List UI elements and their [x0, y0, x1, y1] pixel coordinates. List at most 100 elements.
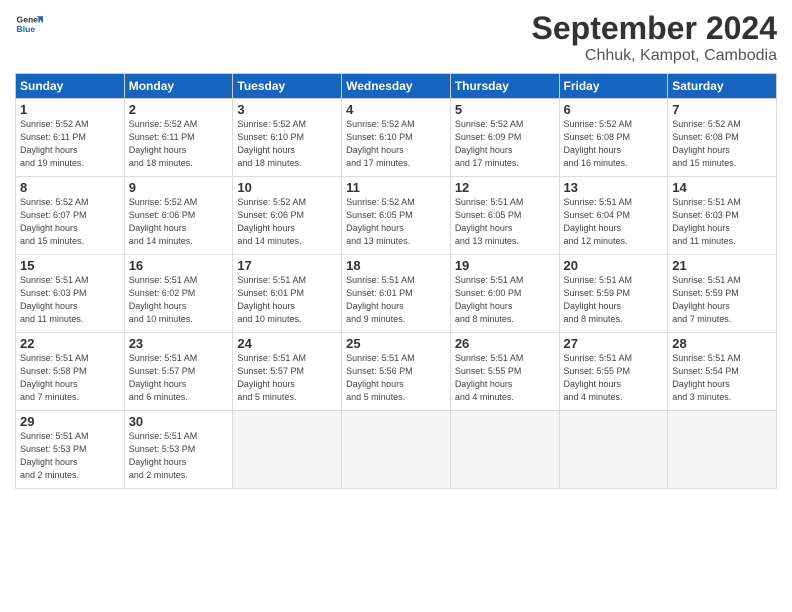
day-number: 1 — [20, 102, 120, 117]
table-row: 27 Sunrise: 5:51 AM Sunset: 5:55 PM Dayl… — [559, 333, 668, 411]
table-row: 10 Sunrise: 5:52 AM Sunset: 6:06 PM Dayl… — [233, 177, 342, 255]
calendar-row-3: 15 Sunrise: 5:51 AM Sunset: 6:03 PM Dayl… — [16, 255, 777, 333]
day-info: Sunrise: 5:51 AM Sunset: 5:55 PM Dayligh… — [455, 352, 555, 404]
day-info: Sunrise: 5:51 AM Sunset: 5:57 PM Dayligh… — [237, 352, 337, 404]
table-row: 12 Sunrise: 5:51 AM Sunset: 6:05 PM Dayl… — [450, 177, 559, 255]
table-row: 25 Sunrise: 5:51 AM Sunset: 5:56 PM Dayl… — [342, 333, 451, 411]
table-row: 11 Sunrise: 5:52 AM Sunset: 6:05 PM Dayl… — [342, 177, 451, 255]
table-row: 30 Sunrise: 5:51 AM Sunset: 5:53 PM Dayl… — [124, 411, 233, 489]
table-row: 28 Sunrise: 5:51 AM Sunset: 5:54 PM Dayl… — [668, 333, 777, 411]
day-info: Sunrise: 5:52 AM Sunset: 6:11 PM Dayligh… — [129, 118, 229, 170]
day-number: 17 — [237, 258, 337, 273]
svg-text:General: General — [17, 14, 43, 24]
table-row — [450, 411, 559, 489]
day-info: Sunrise: 5:51 AM Sunset: 6:01 PM Dayligh… — [237, 274, 337, 326]
table-row: 15 Sunrise: 5:51 AM Sunset: 6:03 PM Dayl… — [16, 255, 125, 333]
day-number: 25 — [346, 336, 446, 351]
table-row: 24 Sunrise: 5:51 AM Sunset: 5:57 PM Dayl… — [233, 333, 342, 411]
col-wednesday: Wednesday — [342, 74, 451, 99]
logo-icon: General Blue — [15, 10, 43, 38]
day-info: Sunrise: 5:52 AM Sunset: 6:08 PM Dayligh… — [672, 118, 772, 170]
table-row: 5 Sunrise: 5:52 AM Sunset: 6:09 PM Dayli… — [450, 99, 559, 177]
day-number: 15 — [20, 258, 120, 273]
table-row: 22 Sunrise: 5:51 AM Sunset: 5:58 PM Dayl… — [16, 333, 125, 411]
table-row: 13 Sunrise: 5:51 AM Sunset: 6:04 PM Dayl… — [559, 177, 668, 255]
day-info: Sunrise: 5:51 AM Sunset: 5:55 PM Dayligh… — [564, 352, 664, 404]
day-number: 13 — [564, 180, 664, 195]
calendar-row-1: 1 Sunrise: 5:52 AM Sunset: 6:11 PM Dayli… — [16, 99, 777, 177]
table-row: 29 Sunrise: 5:51 AM Sunset: 5:53 PM Dayl… — [16, 411, 125, 489]
table-row: 16 Sunrise: 5:51 AM Sunset: 6:02 PM Dayl… — [124, 255, 233, 333]
col-friday: Friday — [559, 74, 668, 99]
day-info: Sunrise: 5:51 AM Sunset: 5:53 PM Dayligh… — [20, 430, 120, 482]
logo: General Blue — [15, 10, 43, 38]
table-row: 3 Sunrise: 5:52 AM Sunset: 6:10 PM Dayli… — [233, 99, 342, 177]
calendar-table: Sunday Monday Tuesday Wednesday Thursday… — [15, 73, 777, 489]
day-number: 27 — [564, 336, 664, 351]
day-number: 12 — [455, 180, 555, 195]
day-info: Sunrise: 5:51 AM Sunset: 5:56 PM Dayligh… — [346, 352, 446, 404]
col-sunday: Sunday — [16, 74, 125, 99]
day-info: Sunrise: 5:51 AM Sunset: 5:57 PM Dayligh… — [129, 352, 229, 404]
table-row: 26 Sunrise: 5:51 AM Sunset: 5:55 PM Dayl… — [450, 333, 559, 411]
day-info: Sunrise: 5:52 AM Sunset: 6:07 PM Dayligh… — [20, 196, 120, 248]
day-info: Sunrise: 5:52 AM Sunset: 6:06 PM Dayligh… — [129, 196, 229, 248]
table-row — [668, 411, 777, 489]
day-info: Sunrise: 5:51 AM Sunset: 6:03 PM Dayligh… — [20, 274, 120, 326]
day-info: Sunrise: 5:51 AM Sunset: 5:58 PM Dayligh… — [20, 352, 120, 404]
table-row: 8 Sunrise: 5:52 AM Sunset: 6:07 PM Dayli… — [16, 177, 125, 255]
svg-text:Blue: Blue — [17, 24, 36, 34]
page-header: General Blue September 2024 Chhuk, Kampo… — [15, 10, 777, 65]
table-row: 21 Sunrise: 5:51 AM Sunset: 5:59 PM Dayl… — [668, 255, 777, 333]
month-title: September 2024 — [532, 10, 777, 47]
day-number: 23 — [129, 336, 229, 351]
day-number: 10 — [237, 180, 337, 195]
day-number: 8 — [20, 180, 120, 195]
table-row: 23 Sunrise: 5:51 AM Sunset: 5:57 PM Dayl… — [124, 333, 233, 411]
day-info: Sunrise: 5:51 AM Sunset: 5:53 PM Dayligh… — [129, 430, 229, 482]
day-number: 21 — [672, 258, 772, 273]
col-thursday: Thursday — [450, 74, 559, 99]
table-row: 4 Sunrise: 5:52 AM Sunset: 6:10 PM Dayli… — [342, 99, 451, 177]
table-row: 1 Sunrise: 5:52 AM Sunset: 6:11 PM Dayli… — [16, 99, 125, 177]
table-row: 17 Sunrise: 5:51 AM Sunset: 6:01 PM Dayl… — [233, 255, 342, 333]
day-info: Sunrise: 5:52 AM Sunset: 6:05 PM Dayligh… — [346, 196, 446, 248]
day-number: 18 — [346, 258, 446, 273]
day-number: 28 — [672, 336, 772, 351]
table-row — [342, 411, 451, 489]
day-info: Sunrise: 5:51 AM Sunset: 5:54 PM Dayligh… — [672, 352, 772, 404]
col-saturday: Saturday — [668, 74, 777, 99]
table-row: 6 Sunrise: 5:52 AM Sunset: 6:08 PM Dayli… — [559, 99, 668, 177]
day-number: 14 — [672, 180, 772, 195]
table-row — [559, 411, 668, 489]
day-info: Sunrise: 5:51 AM Sunset: 6:00 PM Dayligh… — [455, 274, 555, 326]
day-number: 6 — [564, 102, 664, 117]
day-info: Sunrise: 5:51 AM Sunset: 6:01 PM Dayligh… — [346, 274, 446, 326]
calendar-row-2: 8 Sunrise: 5:52 AM Sunset: 6:07 PM Dayli… — [16, 177, 777, 255]
table-row: 18 Sunrise: 5:51 AM Sunset: 6:01 PM Dayl… — [342, 255, 451, 333]
day-number: 11 — [346, 180, 446, 195]
day-number: 19 — [455, 258, 555, 273]
location-title: Chhuk, Kampot, Cambodia — [532, 47, 777, 65]
day-info: Sunrise: 5:51 AM Sunset: 6:05 PM Dayligh… — [455, 196, 555, 248]
col-tuesday: Tuesday — [233, 74, 342, 99]
day-number: 4 — [346, 102, 446, 117]
day-info: Sunrise: 5:51 AM Sunset: 6:04 PM Dayligh… — [564, 196, 664, 248]
day-info: Sunrise: 5:52 AM Sunset: 6:08 PM Dayligh… — [564, 118, 664, 170]
day-info: Sunrise: 5:51 AM Sunset: 5:59 PM Dayligh… — [672, 274, 772, 326]
day-info: Sunrise: 5:52 AM Sunset: 6:06 PM Dayligh… — [237, 196, 337, 248]
day-info: Sunrise: 5:52 AM Sunset: 6:11 PM Dayligh… — [20, 118, 120, 170]
table-row: 7 Sunrise: 5:52 AM Sunset: 6:08 PM Dayli… — [668, 99, 777, 177]
title-area: September 2024 Chhuk, Kampot, Cambodia — [532, 10, 777, 65]
day-number: 3 — [237, 102, 337, 117]
day-number: 22 — [20, 336, 120, 351]
day-number: 30 — [129, 414, 229, 429]
col-monday: Monday — [124, 74, 233, 99]
day-info: Sunrise: 5:52 AM Sunset: 6:09 PM Dayligh… — [455, 118, 555, 170]
table-row: 2 Sunrise: 5:52 AM Sunset: 6:11 PM Dayli… — [124, 99, 233, 177]
day-number: 29 — [20, 414, 120, 429]
day-info: Sunrise: 5:51 AM Sunset: 5:59 PM Dayligh… — [564, 274, 664, 326]
day-number: 2 — [129, 102, 229, 117]
day-number: 26 — [455, 336, 555, 351]
table-row — [233, 411, 342, 489]
